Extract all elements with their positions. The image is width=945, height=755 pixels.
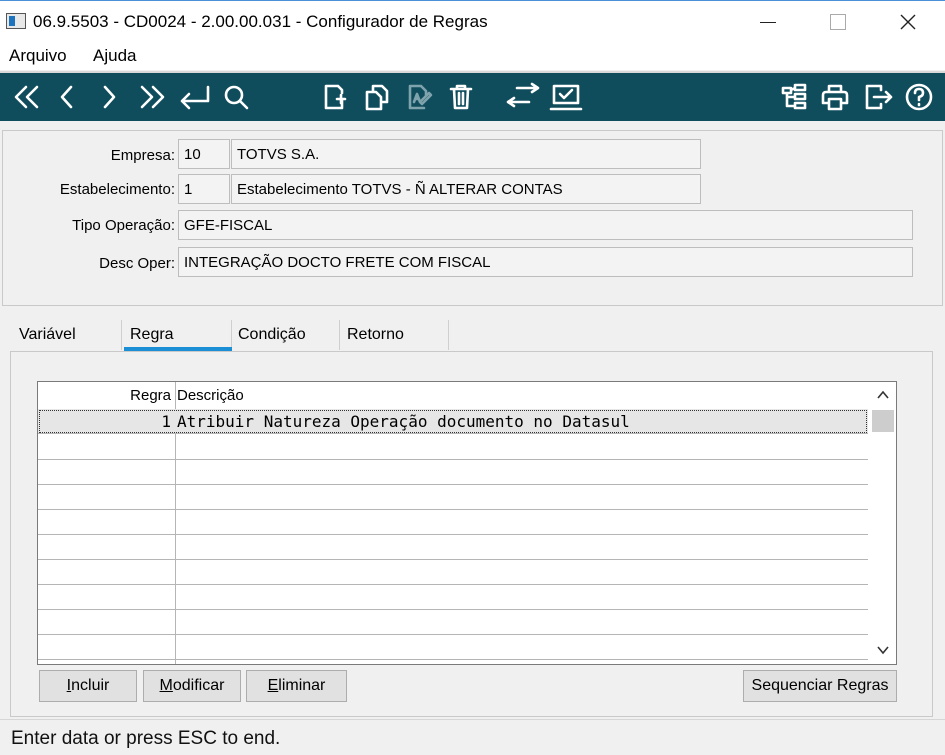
tab-separator [121, 320, 122, 350]
tree-button[interactable] [778, 80, 810, 114]
window-title: 06.9.5503 - CD0024 - 2.00.00.031 - Confi… [33, 12, 488, 31]
incluir-button[interactable]: Incluir [39, 670, 137, 702]
swap-button[interactable] [502, 80, 544, 114]
desc-oper-label: Desc Oper: [99, 255, 175, 272]
cell-regra: 1 [161, 412, 171, 431]
modificar-mnemonic: M [159, 677, 173, 694]
table-row-empty[interactable] [38, 560, 868, 585]
estabelecimento-code-field[interactable]: 1 [178, 174, 230, 204]
status-message: Enter data or press ESC to end. [11, 728, 281, 749]
column-header-regra[interactable]: Regra [38, 387, 173, 404]
empresa-name-field: TOTVS S.A. [231, 139, 701, 169]
last-icon [140, 85, 165, 109]
delete-icon [449, 84, 473, 110]
table-row-empty[interactable] [38, 585, 868, 610]
scroll-up-icon[interactable] [877, 389, 889, 401]
tab-retorno[interactable]: Retorno [347, 326, 404, 350]
table-row-empty[interactable] [38, 460, 868, 485]
first-icon [14, 85, 39, 109]
search-icon [224, 85, 249, 110]
estabelecimento-name-field: Estabelecimento TOTVS - Ñ ALTERAR CONTAS [231, 174, 701, 204]
previous-icon [60, 85, 73, 109]
modificar-label: odificar [172, 677, 225, 694]
tree-icon [781, 83, 807, 110]
vertical-scrollbar[interactable] [870, 382, 896, 664]
minimize-button[interactable] [733, 1, 803, 43]
swap-icon [506, 82, 540, 108]
close-button[interactable] [873, 1, 943, 43]
cell-descricao: Atribuir Natureza Operação documento no … [177, 412, 630, 431]
scroll-down-icon[interactable] [877, 644, 889, 656]
next-icon [103, 85, 116, 109]
delete-button[interactable] [444, 80, 478, 114]
goto-button[interactable] [175, 80, 215, 114]
title-bar: 06.9.5503 - CD0024 - 2.00.00.031 - Confi… [0, 0, 945, 42]
previous-record-button[interactable] [52, 80, 82, 114]
tab-separator [448, 320, 449, 350]
table-row-empty[interactable] [38, 635, 868, 660]
print-icon [821, 84, 849, 111]
new-record-icon [324, 84, 347, 110]
search-button[interactable] [220, 80, 252, 114]
toolbar [0, 71, 945, 121]
edit-record-button[interactable] [402, 80, 436, 114]
status-bar: Enter data or press ESC to end. [0, 719, 945, 755]
confirm-button[interactable] [546, 80, 586, 114]
menu-bar: Arquivo Ajuda [0, 42, 945, 70]
confirm-icon [549, 84, 583, 111]
empresa-label: Empresa: [110, 147, 175, 164]
table-row-empty[interactable] [38, 485, 868, 510]
modificar-button[interactable]: Modificar [143, 670, 241, 702]
close-icon [900, 14, 916, 30]
incluir-label: ncluir [71, 677, 110, 694]
table-row-empty[interactable] [38, 510, 868, 535]
eliminar-button[interactable]: Eliminar [246, 670, 347, 702]
exit-button[interactable] [860, 80, 896, 114]
grid-header: Regra Descrição [38, 382, 868, 408]
estabelecimento-label: Estabelecimento: [59, 181, 175, 198]
scroll-thumb[interactable] [872, 410, 894, 432]
exit-icon [865, 84, 893, 110]
rules-grid[interactable]: Regra Descrição 1 Atribuir Natureza Oper… [37, 381, 897, 665]
edit-record-icon [408, 84, 433, 110]
first-record-button[interactable] [8, 80, 46, 114]
menu-ajuda[interactable]: Ajuda [93, 46, 136, 66]
new-record-button[interactable] [318, 80, 352, 114]
help-icon [905, 83, 933, 111]
tipo-operacao-field[interactable]: GFE-FISCAL [178, 210, 913, 240]
eliminar-mnemonic: E [267, 677, 279, 694]
copy-record-icon [365, 84, 389, 111]
next-record-button[interactable] [94, 80, 124, 114]
goto-icon [180, 85, 210, 110]
print-button[interactable] [818, 80, 852, 114]
tab-separator [231, 320, 232, 350]
table-row-empty[interactable] [38, 535, 868, 560]
maximize-button[interactable] [803, 1, 873, 43]
table-row-empty[interactable] [38, 435, 868, 460]
table-row[interactable]: 1 Atribuir Natureza Operação documento n… [38, 409, 868, 434]
tab-separator [339, 320, 340, 350]
table-row-empty[interactable] [38, 610, 868, 635]
help-button[interactable] [902, 80, 936, 114]
header-panel: Empresa: 10 TOTVS S.A. Estabelecimento: … [2, 130, 943, 306]
sequenciar-regras-button[interactable]: Sequenciar Regras [743, 670, 897, 702]
tipo-operacao-label: Tipo Operação: [72, 217, 175, 234]
eliminar-label: liminar [278, 677, 326, 694]
column-header-descricao[interactable]: Descrição [177, 387, 244, 404]
copy-record-button[interactable] [360, 80, 394, 114]
tab-condicao[interactable]: Condição [238, 326, 306, 350]
last-record-button[interactable] [133, 80, 171, 114]
empresa-code-field[interactable]: 10 [178, 139, 230, 169]
menu-arquivo[interactable]: Arquivo [9, 46, 67, 66]
app-icon[interactable] [6, 13, 26, 29]
desc-oper-field: INTEGRAÇÃO DOCTO FRETE COM FISCAL [178, 247, 913, 277]
tab-variavel[interactable]: Variável [19, 326, 76, 350]
